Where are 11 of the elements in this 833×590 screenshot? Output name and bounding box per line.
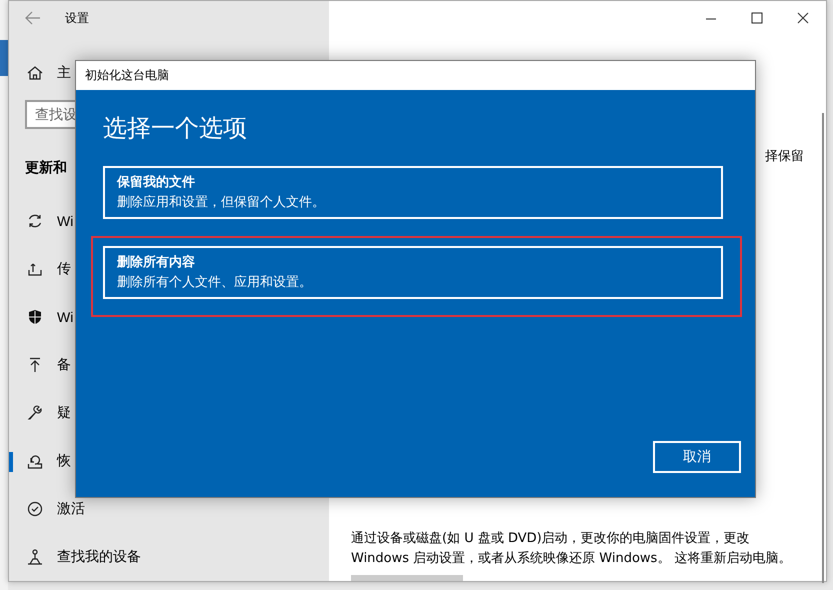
- dialog-heading: 选择一个选项: [103, 113, 248, 144]
- option-title: 删除所有内容: [117, 254, 196, 271]
- nav-label: 主: [57, 64, 71, 82]
- option-description: 删除应用和设置，但保留个人文件。: [117, 194, 326, 211]
- dialog-title: 初始化这台电脑: [85, 67, 169, 84]
- section-heading: 更新和: [25, 159, 68, 177]
- option-title: 保留我的文件: [117, 174, 196, 191]
- content-text: 择保留: [765, 148, 804, 165]
- option-description: 删除所有个人文件、应用和设置。: [117, 274, 313, 291]
- description-text: 通过设备或磁盘(如 U 盘或 DVD)启动，更改你的电脑固件设置，更改 Windows 启动设置，或者从系统映像还原 Windows。 这将重新启动电脑。: [351, 530, 792, 568]
- window-title: 设置: [65, 10, 89, 27]
